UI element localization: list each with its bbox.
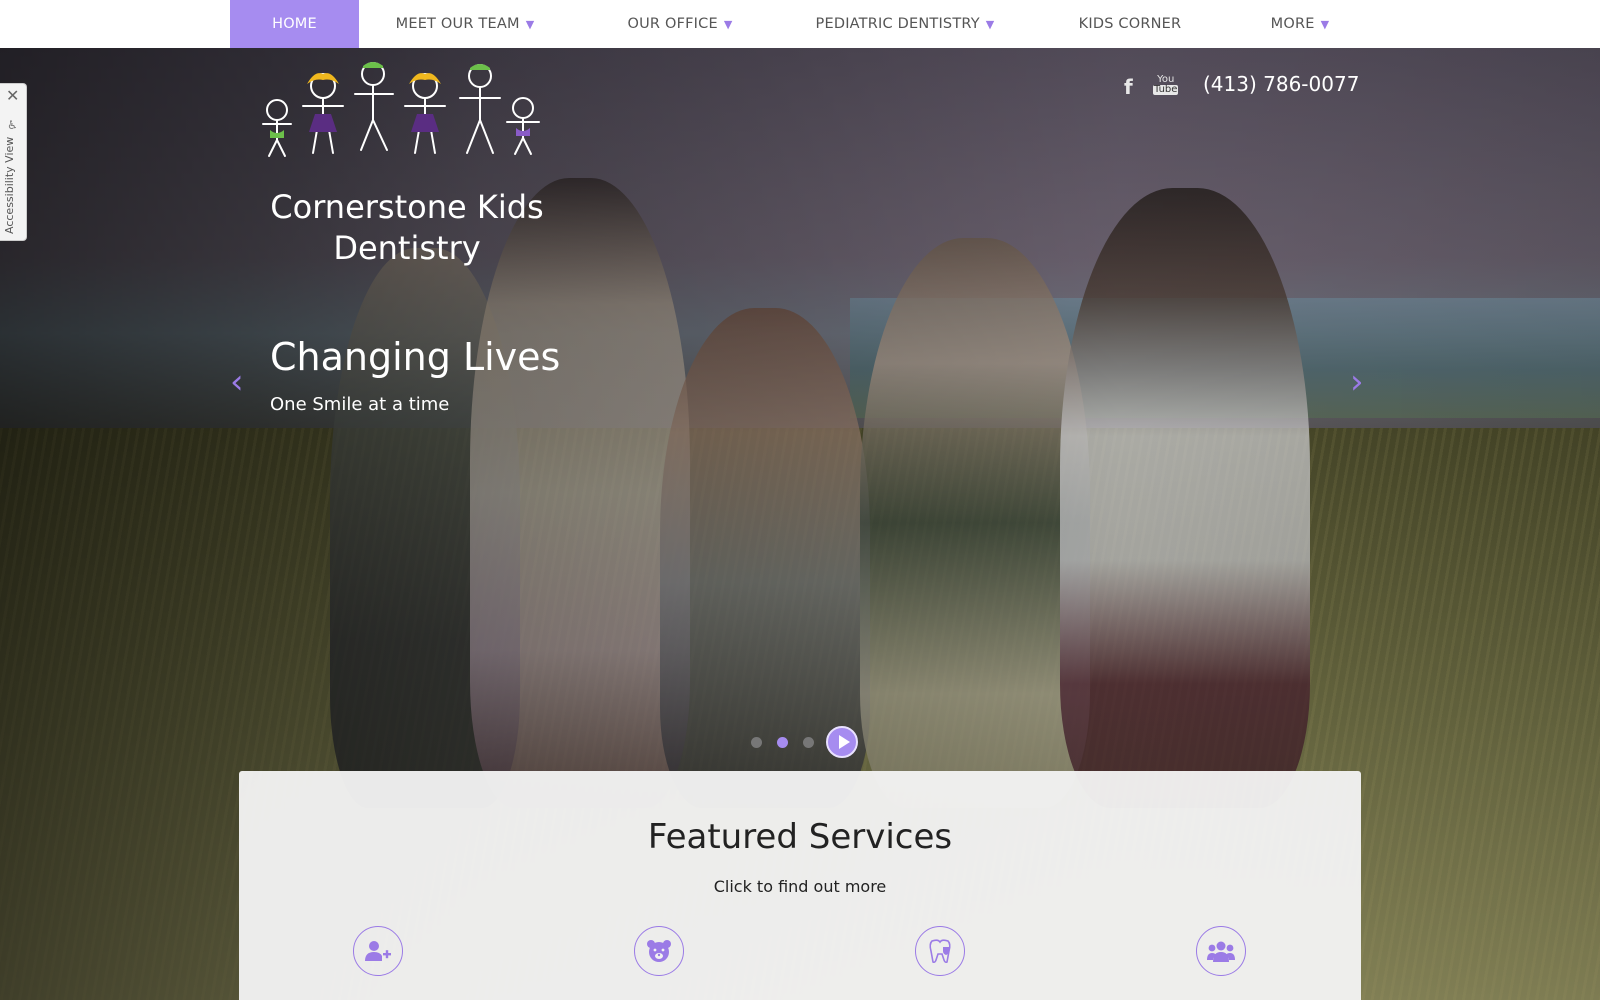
service-family-button[interactable] xyxy=(1196,926,1246,976)
youtube-icon-text-bottom: Tube xyxy=(1153,84,1179,95)
slide-title: Changing Lives xyxy=(270,335,561,379)
nav-kids-corner[interactable]: KIDS CORNER xyxy=(1060,0,1200,48)
bear-icon xyxy=(647,940,671,962)
service-tooth-protection-button[interactable] xyxy=(915,926,965,976)
nav-home[interactable]: HOME xyxy=(230,0,359,48)
close-icon[interactable]: ✕ xyxy=(6,86,19,105)
add-user-icon xyxy=(365,941,391,961)
chevron-down-icon: ▼ xyxy=(723,17,733,31)
users-group-icon xyxy=(1207,941,1235,962)
chevron-down-icon: ▼ xyxy=(525,17,535,31)
chevron-down-icon: ▼ xyxy=(1320,17,1330,31)
chevron-down-icon: ▼ xyxy=(985,17,995,31)
accessibility-view-label: Accessibility View xyxy=(3,136,16,234)
slider-dot-1[interactable] xyxy=(751,737,762,748)
slider-prev-arrow-icon[interactable]: ‹ xyxy=(230,362,244,402)
featured-services-panel: Featured Services Click to find out more xyxy=(239,771,1361,1000)
service-bear-button[interactable] xyxy=(634,926,684,976)
featured-services-title: Featured Services xyxy=(647,817,953,857)
featured-services-subtitle: Click to find out more xyxy=(713,877,887,896)
main-nav: HOME MEET OUR TEAM ▼ OUR OFFICE ▼ PEDIAT… xyxy=(0,0,1600,48)
slider-next-arrow-icon[interactable]: › xyxy=(1350,362,1364,402)
slider-dot-2[interactable] xyxy=(777,737,788,748)
slider-play-button[interactable] xyxy=(826,726,858,758)
accessibility-view-tab[interactable]: ✕ ♿ Accessibility View xyxy=(0,83,27,241)
slide-subtitle: One Smile at a time xyxy=(270,394,450,415)
nav-meet-our-team[interactable]: MEET OUR TEAM ▼ xyxy=(380,0,550,48)
nav-pediatric-dentistry-label: PEDIATRIC DENTISTRY xyxy=(815,16,980,32)
wheelchair-icon: ♿ xyxy=(7,118,18,132)
slider-dot-3[interactable] xyxy=(803,737,814,748)
nav-our-office[interactable]: OUR OFFICE ▼ xyxy=(600,0,760,48)
brand-name[interactable]: Cornerstone Kids Dentistry xyxy=(262,187,552,269)
logo-stick-figures[interactable] xyxy=(255,58,555,163)
tooth-shield-icon xyxy=(929,939,951,964)
service-new-patient-button[interactable] xyxy=(353,926,403,976)
facebook-icon[interactable]: f xyxy=(1124,75,1133,99)
nav-meet-our-team-label: MEET OUR TEAM xyxy=(395,16,520,32)
youtube-icon[interactable]: You Tube xyxy=(1153,75,1179,95)
nav-our-office-label: OUR OFFICE xyxy=(627,16,718,32)
phone-number[interactable]: (413) 786-0077 xyxy=(1203,72,1359,96)
nav-pediatric-dentistry[interactable]: PEDIATRIC DENTISTRY ▼ xyxy=(800,0,1010,48)
nav-more[interactable]: MORE ▼ xyxy=(1250,0,1350,48)
nav-more-label: MORE xyxy=(1270,16,1315,32)
nav-kids-corner-label: KIDS CORNER xyxy=(1078,16,1182,32)
nav-home-label: HOME xyxy=(272,16,317,32)
